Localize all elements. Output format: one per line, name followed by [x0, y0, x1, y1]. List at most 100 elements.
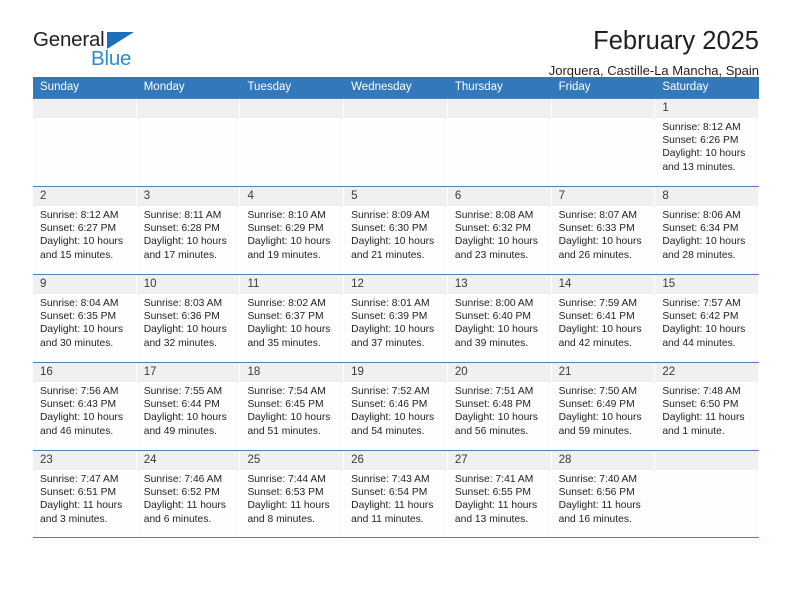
sunset-text: Sunset: 6:27 PM	[40, 223, 117, 235]
sunset-text: Sunset: 6:32 PM	[454, 223, 532, 235]
day-details: Sunrise: 8:00 AM Sunset: 6:40 PM Daylight:…	[448, 294, 551, 350]
daylight-text-line1: Daylight: 10 hours	[247, 412, 331, 424]
location-subtitle: Jorquera, Castille-La Mancha, Spain	[548, 62, 759, 78]
sunrise-text: Sunrise: 8:00 AM	[454, 298, 534, 309]
weekday-header-wednesday: Wednesday	[351, 81, 412, 93]
daylight-text-line2: and 42 minutes.	[558, 337, 632, 349]
title-block: February 2025 Jorquera, Castille-La Manc…	[549, 28, 759, 78]
calendar-day-cell[interactable]: 1 Sunrise: 8:12 AM Sunset: 6:26 PM Daylight…	[655, 99, 759, 186]
sunrise-text: Sunrise: 8:12 AM	[662, 122, 741, 133]
day-details: Sunrise: 7:56 AM Sunset: 6:43 PM Daylight:…	[33, 382, 136, 438]
day-cell-inner	[240, 99, 344, 186]
sunset-text: Sunset: 6:43 PM	[40, 399, 117, 411]
day-details: Sunrise: 8:06 AM Sunset: 6:34 PM Daylight:…	[655, 206, 758, 262]
day-number: 1	[655, 99, 759, 118]
sunrise-text: Sunrise: 8:03 AM	[143, 298, 223, 309]
general-blue-logo[interactable]: General Blue	[33, 28, 153, 74]
day-details: Sunrise: 8:07 AM Sunset: 6:33 PM Daylight:…	[552, 206, 655, 262]
calendar-day-cell[interactable]: 21 Sunrise: 7:50 AM Sunset: 6:49 PM Dayligh…	[551, 363, 656, 450]
day-number: 20	[447, 363, 551, 382]
day-details: Sunrise: 7:57 AM Sunset: 6:42 PM Daylight:…	[655, 294, 758, 350]
day-cell-inner	[551, 99, 655, 186]
calendar-day-cell[interactable]: 18 Sunrise: 7:54 AM Sunset: 6:45 PM Dayligh…	[240, 363, 344, 450]
day-number: 22	[655, 363, 759, 382]
day-cell-inner	[136, 99, 240, 186]
calendar-day-cell[interactable]: 23 Sunrise: 7:47 AM Sunset: 6:51 PM Dayligh…	[33, 451, 137, 537]
calendar-day-cell[interactable]: 22 Sunrise: 7:48 AM Sunset: 6:50 PM Dayligh…	[655, 363, 759, 450]
daylight-text-line2: and 16 minutes.	[558, 513, 632, 525]
day-number: 3	[136, 187, 240, 206]
sunset-text: Sunset: 6:39 PM	[351, 311, 428, 323]
day-number: 7	[551, 187, 655, 206]
day-details: Sunrise: 8:04 AM Sunset: 6:35 PM Daylight:…	[33, 294, 136, 350]
calendar-day-cell[interactable]: 19 Sunrise: 7:52 AM Sunset: 6:46 PM Dayligh…	[344, 363, 448, 450]
day-details: Sunrise: 7:59 AM Sunset: 6:41 PM Daylight:…	[552, 294, 655, 350]
day-details: Sunrise: 7:50 AM Sunset: 6:49 PM Daylight:…	[552, 382, 655, 438]
day-cell-inner: 28 Sunrise: 7:40 AM Sunset: 6:56 PM Dayligh…	[551, 451, 655, 537]
daylight-text-line1: Daylight: 10 hours	[662, 324, 746, 336]
day-number	[447, 99, 551, 118]
sunrise-text: Sunrise: 7:51 AM	[454, 386, 534, 397]
calendar-day-cell[interactable]: 8 Sunrise: 8:06 AM Sunset: 6:34 PM Daylight…	[655, 187, 759, 274]
day-cell-inner: 6 Sunrise: 8:08 AM Sunset: 6:32 PM Daylight…	[447, 187, 551, 274]
calendar-day-cell[interactable]: 6 Sunrise: 8:08 AM Sunset: 6:32 PM Daylight…	[447, 187, 552, 274]
day-details: Sunrise: 7:46 AM Sunset: 6:52 PM Daylight:…	[137, 470, 240, 526]
day-number	[240, 99, 344, 118]
calendar-day-cell[interactable]: 9 Sunrise: 8:04 AM Sunset: 6:35 PM Daylight…	[33, 275, 137, 362]
daylight-text-line2: and 6 minutes.	[143, 513, 212, 525]
sunrise-text: Sunrise: 7:40 AM	[558, 474, 638, 485]
sunrise-text: Sunrise: 7:56 AM	[40, 386, 119, 397]
day-cell-inner: 19 Sunrise: 7:52 AM Sunset: 6:46 PM Dayligh…	[344, 363, 447, 450]
calendar-day-cell[interactable]: 24 Sunrise: 7:46 AM Sunset: 6:52 PM Dayligh…	[136, 451, 241, 537]
calendar-day-cell[interactable]: 12 Sunrise: 8:01 AM Sunset: 6:39 PM Dayligh…	[344, 275, 448, 362]
sunrise-text: Sunrise: 7:52 AM	[351, 386, 430, 397]
day-cell-inner: 12 Sunrise: 8:01 AM Sunset: 6:39 PM Dayligh…	[344, 275, 447, 362]
calendar-day-cell[interactable]: 7 Sunrise: 8:07 AM Sunset: 6:33 PM Daylight…	[551, 187, 656, 274]
day-number: 23	[33, 451, 136, 470]
calendar-day-cell[interactable]: 5 Sunrise: 8:09 AM Sunset: 6:30 PM Daylight…	[344, 187, 448, 274]
calendar-day-cell[interactable]: 25 Sunrise: 7:44 AM Sunset: 6:53 PM Dayligh…	[240, 451, 344, 537]
sunset-text: Sunset: 6:55 PM	[454, 487, 532, 499]
calendar-week-row: 9 Sunrise: 8:04 AM Sunset: 6:35 PM Daylight…	[33, 274, 759, 362]
sunrise-text: Sunrise: 8:02 AM	[247, 298, 326, 309]
calendar-day-cell[interactable]: 15 Sunrise: 7:57 AM Sunset: 6:42 PM Dayligh…	[655, 275, 759, 362]
sunset-text: Sunset: 6:42 PM	[662, 311, 739, 323]
calendar-day-cell[interactable]: 14 Sunrise: 7:59 AM Sunset: 6:41 PM Dayligh…	[551, 275, 656, 362]
daylight-text-line2: and 1 minute.	[662, 425, 725, 437]
daylight-text-line1: Daylight: 10 hours	[40, 412, 123, 424]
sunrise-text: Sunrise: 8:01 AM	[351, 298, 430, 309]
calendar-day-cell[interactable]: 13 Sunrise: 8:00 AM Sunset: 6:40 PM Dayligh…	[447, 275, 552, 362]
calendar-day-cell[interactable]: 10 Sunrise: 8:03 AM Sunset: 6:36 PM Dayligh…	[136, 275, 241, 362]
day-number: 10	[136, 275, 240, 294]
calendar-day-cell[interactable]: 3 Sunrise: 8:11 AM Sunset: 6:28 PM Daylight…	[136, 187, 241, 274]
sunrise-text: Sunrise: 7:44 AM	[247, 474, 326, 485]
day-details: Sunrise: 8:08 AM Sunset: 6:32 PM Daylight:…	[448, 206, 551, 262]
daylight-text-line2: and 30 minutes.	[40, 337, 114, 349]
day-number: 4	[240, 187, 344, 206]
day-cell-inner	[344, 99, 447, 186]
calendar-day-cell[interactable]: 17 Sunrise: 7:55 AM Sunset: 6:44 PM Dayligh…	[136, 363, 241, 450]
daylight-text-line2: and 26 minutes.	[558, 249, 632, 261]
day-number: 24	[136, 451, 240, 470]
sunrise-text: Sunrise: 8:12 AM	[40, 210, 119, 221]
calendar-day-cell[interactable]: 4 Sunrise: 8:10 AM Sunset: 6:29 PM Daylight…	[240, 187, 344, 274]
day-details: Sunrise: 8:11 AM Sunset: 6:28 PM Daylight:…	[137, 206, 240, 262]
calendar-day-cell[interactable]: 16 Sunrise: 7:56 AM Sunset: 6:43 PM Dayligh…	[33, 363, 137, 450]
calendar-day-cell[interactable]: 27 Sunrise: 7:41 AM Sunset: 6:55 PM Dayligh…	[447, 451, 552, 537]
sunset-text: Sunset: 6:30 PM	[351, 223, 428, 235]
day-cell-inner: 11 Sunrise: 8:02 AM Sunset: 6:37 PM Dayligh…	[240, 275, 344, 362]
calendar-day-cell[interactable]: 2 Sunrise: 8:12 AM Sunset: 6:27 PM Daylight…	[33, 187, 137, 274]
calendar-weeks: 1 Sunrise: 8:12 AM Sunset: 6:26 PM Daylight…	[33, 98, 759, 538]
day-details: Sunrise: 8:12 AM Sunset: 6:27 PM Daylight:…	[33, 206, 136, 262]
sunset-text: Sunset: 6:53 PM	[247, 487, 324, 499]
day-number: 28	[551, 451, 655, 470]
day-details: Sunrise: 7:43 AM Sunset: 6:54 PM Daylight:…	[344, 470, 447, 526]
calendar-day-cell[interactable]: 28 Sunrise: 7:40 AM Sunset: 6:56 PM Dayligh…	[551, 451, 656, 537]
calendar-day-cell[interactable]: 26 Sunrise: 7:43 AM Sunset: 6:54 PM Dayligh…	[344, 451, 448, 537]
day-cell-inner: 18 Sunrise: 7:54 AM Sunset: 6:45 PM Dayligh…	[240, 363, 344, 450]
day-number: 15	[655, 275, 759, 294]
day-details: Sunrise: 8:12 AM Sunset: 6:26 PM Daylight:…	[655, 118, 758, 174]
calendar-day-cell[interactable]: 20 Sunrise: 7:51 AM Sunset: 6:48 PM Dayligh…	[447, 363, 552, 450]
day-cell-inner: 21 Sunrise: 7:50 AM Sunset: 6:49 PM Dayligh…	[551, 363, 655, 450]
calendar-day-cell[interactable]: 11 Sunrise: 8:02 AM Sunset: 6:37 PM Dayligh…	[240, 275, 344, 362]
